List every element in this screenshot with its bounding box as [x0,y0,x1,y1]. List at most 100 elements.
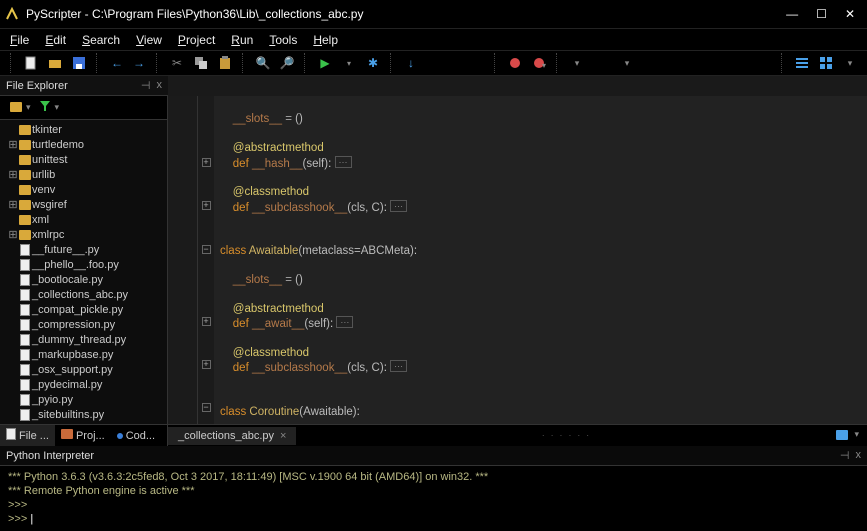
interpreter-pin-icon[interactable]: ⊣ [840,449,850,462]
tree-folder[interactable]: venv [0,182,167,197]
menu-tools[interactable]: Tools [269,33,297,47]
tree-folder[interactable]: ⊞wsgiref [0,197,167,212]
tree-file[interactable]: _bootlocale.py [0,272,167,287]
save-icon[interactable] [70,54,88,72]
tree-expand-icon[interactable]: ⊞ [8,198,18,211]
tree-file[interactable]: _compression.py [0,317,167,332]
explorer-filter-dropdown-icon[interactable]: ▾ [55,102,60,113]
run-icon[interactable]: ▶ [316,54,334,72]
panel-close-icon[interactable]: x [157,79,163,92]
menu-project[interactable]: Project [178,33,215,47]
code-line[interactable]: class Awaitable(metaclass=ABCMeta): [220,244,861,258]
tree-file[interactable]: _markupbase.py [0,347,167,362]
code-line[interactable] [220,215,861,229]
code-content[interactable]: __slots__ = () @abstractmethod def __has… [214,96,867,424]
find-icon[interactable]: 🔍 [254,54,272,72]
tree-file[interactable]: _compat_pickle.py [0,302,167,317]
fold-marker-icon[interactable]: + [202,158,211,167]
editor-nav-icon-1[interactable] [836,429,848,443]
open-file-icon[interactable] [46,54,64,72]
menu-view[interactable]: View [136,33,162,47]
tree-folder[interactable]: tkinter [0,122,167,137]
code-line[interactable]: __slots__ = () [220,273,861,287]
fold-marker-icon[interactable]: + [202,360,211,369]
tree-expand-icon[interactable]: ⊞ [8,138,18,151]
tree-folder[interactable]: unittest [0,152,167,167]
code-line[interactable]: def __hash__(self): ··· [220,156,861,171]
code-line[interactable]: @abstractmethod [220,302,861,316]
menu-edit[interactable]: Edit [45,33,66,47]
tree-file[interactable]: _pydecimal.py [0,377,167,392]
sidebar-tab-proj[interactable]: Proj... [55,426,111,445]
file-tree[interactable]: tkinter⊞turtledemounittest⊞urllibvenv⊞ws… [0,120,167,424]
code-line[interactable] [220,127,861,141]
paste-icon[interactable] [216,54,234,72]
find-in-files-icon[interactable]: 🔎 [278,54,296,72]
explorer-up-icon[interactable] [10,101,22,115]
editor-tab-active[interactable]: _collections_abc.py × [168,427,296,445]
code-line[interactable] [220,258,861,272]
layout-dropdown-icon[interactable]: ▾ [841,54,859,72]
new-file-icon[interactable] [22,54,40,72]
tab-close-icon[interactable]: × [280,430,286,442]
code-editor[interactable]: + + − + + − + + + __slots__ = () @abstra… [168,96,867,424]
tree-expand-icon[interactable]: ⊞ [8,228,18,241]
debug-icon[interactable]: ✱ [364,54,382,72]
editor-nav-dropdown-icon[interactable]: ▾ [854,429,859,443]
menu-run[interactable]: Run [231,33,253,47]
copy-icon[interactable] [192,54,210,72]
maximize-button[interactable]: ☐ [816,7,827,21]
code-line[interactable]: def __subclasshook__(cls, C): ··· [220,360,861,375]
menu-file[interactable]: File [10,33,29,47]
interpreter-close-icon[interactable]: x [856,449,862,462]
forward-icon[interactable]: → [130,54,148,72]
sidebar-tab-file[interactable]: File ... [0,425,55,446]
layout-grid-icon[interactable] [817,54,835,72]
fold-marker-icon[interactable]: + [202,317,211,326]
code-line[interactable] [220,287,861,301]
cut-icon[interactable]: ✂ [168,54,186,72]
fold-marker-icon[interactable]: + [202,201,211,210]
layout-list-icon[interactable] [793,54,811,72]
tree-file[interactable]: _osx_support.py [0,362,167,377]
code-line[interactable]: @classmethod [220,346,861,360]
code-line[interactable] [220,171,861,185]
tree-file[interactable]: __phello__.foo.py [0,257,167,272]
code-line[interactable] [220,332,861,346]
back-icon[interactable]: ← [108,54,126,72]
step-icon[interactable]: ↓ [402,54,420,72]
code-line[interactable]: @classmethod [220,185,861,199]
run-dropdown-icon[interactable]: ▾ [340,54,358,72]
tree-folder[interactable]: xml [0,212,167,227]
code-line[interactable]: class Coroutine(Awaitable): [220,405,861,419]
record-icon[interactable] [506,54,524,72]
code-line[interactable] [220,230,861,244]
code-line[interactable]: def __await__(self): ··· [220,316,861,331]
tree-expand-icon[interactable]: ⊞ [8,168,18,181]
minimize-button[interactable]: — [786,7,798,21]
code-line[interactable]: __slots__ = () [220,112,861,126]
code-line[interactable] [220,390,861,404]
code-line[interactable]: def __subclasshook__(cls, C): ··· [220,200,861,215]
tree-file[interactable]: _collections_abc.py [0,287,167,302]
explorer-nav-dropdown-icon[interactable]: ▾ [26,102,31,113]
interpreter-console[interactable]: *** Python 3.6.3 (v3.6.3:2c5fed8, Oct 3 … [0,466,867,531]
panel-pin-icon[interactable]: ⊣ [141,79,151,92]
explorer-filter-icon[interactable] [39,100,51,115]
tree-file[interactable]: _pyio.py [0,392,167,407]
code-line[interactable] [220,376,861,390]
dropdown-1-icon[interactable]: ▾ [568,54,586,72]
tree-file[interactable]: _dummy_thread.py [0,332,167,347]
fold-marker-icon[interactable]: − [202,245,211,254]
tree-folder[interactable]: ⊞urllib [0,167,167,182]
menu-help[interactable]: Help [313,33,338,47]
fold-marker-icon[interactable]: − [202,403,211,412]
tree-folder[interactable]: ⊞xmlrpc [0,227,167,242]
breakpoint-icon[interactable]: ▾ [530,54,548,72]
dropdown-2-icon[interactable]: ▾ [618,54,636,72]
tree-folder[interactable]: ⊞turtledemo [0,137,167,152]
close-button[interactable]: ✕ [845,7,855,21]
tree-file[interactable]: _sitebuiltins.py [0,407,167,422]
sidebar-tab-cod[interactable]: Cod... [111,427,161,445]
code-line[interactable]: @abstractmethod [220,141,861,155]
